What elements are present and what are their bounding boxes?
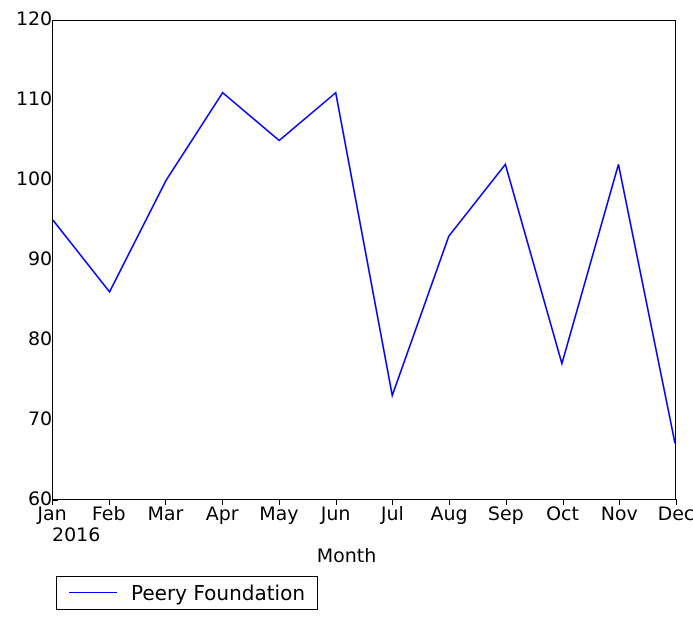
chart-legend: Peery Foundation: [56, 576, 319, 610]
x-axis-year-label: 2016: [52, 524, 101, 546]
x-axis-title: Month: [316, 545, 377, 567]
line-series-svg: [53, 21, 675, 499]
series-line-peery-foundation: [53, 93, 675, 444]
legend-line-sample: [69, 586, 117, 600]
chart-figure: 60 70 80 90 100 110 120 Jan Feb Mar Apr May Jun Jul A…: [0, 0, 693, 621]
legend-color-swatch: [69, 591, 117, 593]
plot-area: [52, 20, 676, 500]
legend-entry-label: Peery Foundation: [131, 580, 306, 605]
x-axis-tick-label: Dec: [657, 503, 693, 525]
